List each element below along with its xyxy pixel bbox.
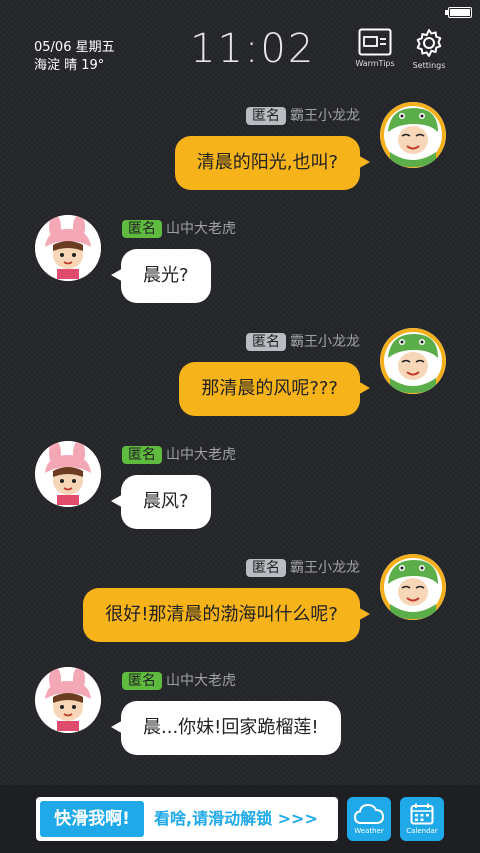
sender-name: 霸王小龙龙 [290,334,360,350]
sender-line: 匿名 山中大老虎 [122,218,236,238]
cloud-icon [354,803,384,824]
sender-line: 匿名 山中大老虎 [122,670,236,690]
date-text: 05/06 星期五 [34,40,115,55]
bottom-bar: 快滑我啊! 看啥,请滑动解锁 >>> Weather Calendar [0,785,480,853]
warmtips-label: WarmTips [355,59,395,68]
sender-name: 霸王小龙龙 [290,560,360,576]
lockscreen-header: 05/06 星期五 海淀 晴 19° 11:02 WarmTips Settin… [0,24,480,86]
sender-line: 匿名 霸王小龙龙 [246,557,360,577]
warmtips-card-icon [358,28,392,56]
sender-name: 霸王小龙龙 [290,108,360,124]
message-bubble: 那清晨的风呢??? [179,362,370,416]
message-bubble: 清晨的阳光,也叫? [174,136,371,190]
message-bubble: 晨风? [111,475,211,529]
dino-avatar[interactable] [380,102,446,168]
anonymous-tag: 匿名 [122,220,162,238]
bunny-hat-avatar-icon [35,441,101,507]
anonymous-tag: 匿名 [246,559,286,577]
anonymous-tag: 匿名 [122,672,162,690]
unlock-button[interactable]: 快滑我啊! [40,801,144,837]
bunny-avatar[interactable] [35,667,101,733]
sender-name: 山中大老虎 [166,673,236,689]
settings-label: Settings [412,61,446,70]
message-bubble: 很好!那清晨的渤海叫什么呢? [83,588,370,642]
sender-line: 匿名 霸王小龙龙 [246,105,360,125]
sender-line: 匿名 霸王小龙龙 [246,331,360,351]
anonymous-tag: 匿名 [122,446,162,464]
calendar-icon [410,803,434,825]
dino-avatar[interactable] [380,328,446,394]
gear-icon [416,29,442,57]
message-bubble: 晨光? [111,249,211,303]
sender-name: 山中大老虎 [166,221,236,237]
sender-name: 山中大老虎 [166,447,236,463]
dino-costume-avatar-icon [380,102,446,168]
dino-costume-avatar-icon [380,554,446,620]
dino-avatar[interactable] [380,554,446,620]
weather-shortcut[interactable]: Weather [347,797,391,841]
bunny-avatar[interactable] [35,215,101,281]
anonymous-tag: 匿名 [246,333,286,351]
sender-line: 匿名 山中大老虎 [122,444,236,464]
battery-icon [445,7,472,18]
bunny-hat-avatar-icon [35,215,101,281]
bunny-hat-avatar-icon [35,667,101,733]
anonymous-tag: 匿名 [246,107,286,125]
unlock-slider[interactable]: 快滑我啊! 看啥,请滑动解锁 >>> [36,797,338,841]
warmtips-button[interactable]: WarmTips [348,28,402,68]
calendar-shortcut[interactable]: Calendar [400,797,444,841]
message-bubble: 晨...你妹!回家跪榴莲! [111,701,341,755]
unlock-hint: 看啥,请滑动解锁 >>> [154,809,318,828]
calendar-label: Calendar [406,827,438,835]
settings-button[interactable]: Settings [402,28,456,70]
weather-label: Weather [354,827,384,835]
bunny-avatar[interactable] [35,441,101,507]
clock-time: 11:02 [190,26,316,72]
weather-text: 海淀 晴 19° [34,58,105,73]
dino-costume-avatar-icon [380,328,446,394]
status-bar [0,0,480,24]
